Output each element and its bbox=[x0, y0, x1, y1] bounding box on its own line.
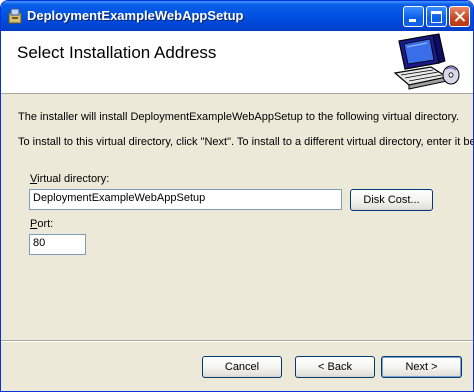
disk-cost-button[interactable]: Disk Cost... bbox=[350, 189, 433, 211]
close-button[interactable] bbox=[449, 6, 470, 27]
virtual-directory-label-text: irtual directory: bbox=[37, 173, 110, 185]
virtual-directory-input[interactable]: DeploymentExampleWebAppSetup bbox=[29, 189, 342, 210]
header-banner: Select Installation Address bbox=[1, 31, 473, 94]
computer-with-cd-icon bbox=[389, 33, 461, 91]
title-bar[interactable]: DeploymentExampleWebAppSetup bbox=[1, 1, 473, 31]
description-line-2: To install to this virtual directory, cl… bbox=[18, 136, 474, 148]
maximize-button[interactable] bbox=[426, 6, 447, 27]
minimize-button[interactable] bbox=[403, 6, 424, 27]
installer-icon bbox=[7, 8, 23, 24]
cancel-button[interactable]: Cancel bbox=[202, 356, 282, 378]
page-title: Select Installation Address bbox=[17, 43, 217, 62]
port-label-text: ort: bbox=[37, 218, 54, 230]
description-line-1: The installer will install DeploymentExa… bbox=[18, 111, 460, 123]
port-label: Port: bbox=[30, 218, 53, 230]
next-button[interactable]: Next > bbox=[381, 356, 462, 378]
window-title: DeploymentExampleWebAppSetup bbox=[27, 8, 244, 23]
port-input[interactable]: 80 bbox=[29, 234, 86, 255]
footer-divider-highlight bbox=[1, 341, 473, 342]
virtual-directory-label: Virtual directory: bbox=[30, 173, 109, 185]
back-button[interactable]: < Back bbox=[295, 356, 375, 378]
installer-window: DeploymentExampleWebAppSetup Select Inst… bbox=[0, 0, 474, 392]
